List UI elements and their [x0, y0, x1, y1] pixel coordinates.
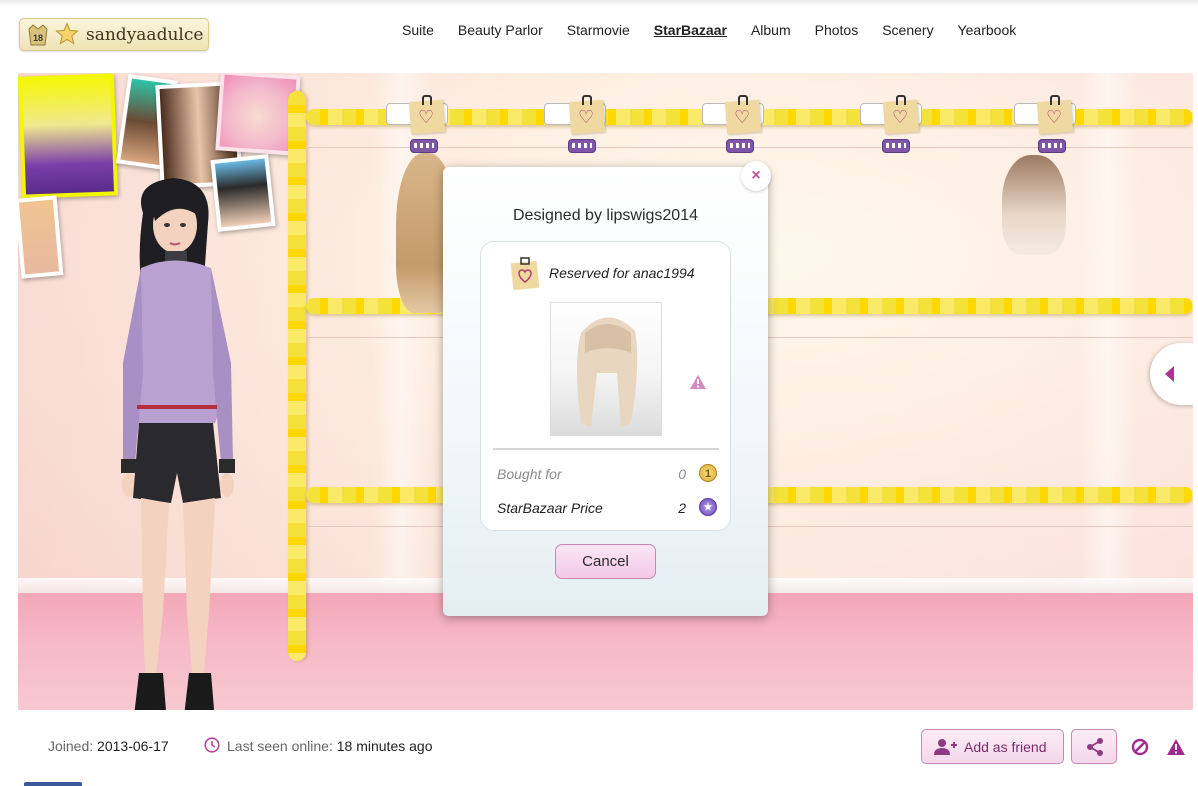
- modal-title: Designed by lipswigs2014: [513, 207, 698, 224]
- wall-photo: [18, 195, 64, 279]
- coin-icon: 1: [699, 464, 717, 482]
- avatar-figure[interactable]: [103, 173, 253, 710]
- nav-yearbook[interactable]: Yearbook: [946, 22, 1029, 42]
- price-label: StarBazaar Price: [497, 500, 603, 516]
- nav-scenery[interactable]: Scenery: [870, 22, 945, 42]
- hanger: [726, 139, 754, 153]
- level-number: 18: [32, 33, 43, 43]
- tag-icon[interactable]: ♡: [408, 95, 446, 135]
- hanger: [1038, 139, 1066, 153]
- clock-icon: [204, 737, 220, 753]
- last-seen-info: Last seen online: 18 minutes ago: [227, 738, 432, 754]
- divider: [493, 448, 719, 450]
- add-friend-label: Add as friend: [964, 739, 1047, 755]
- bought-for-label: Bought for: [497, 466, 562, 482]
- joined-value: 2013-06-17: [97, 738, 169, 754]
- cancel-button[interactable]: Cancel: [555, 544, 656, 579]
- add-friend-icon: [934, 739, 957, 755]
- tag-icon[interactable]: ♡: [1036, 95, 1074, 135]
- joined-label: Joined:: [48, 738, 94, 754]
- tag-icon[interactable]: ♡: [568, 95, 606, 135]
- bought-for-value: 0: [678, 466, 686, 482]
- last-seen-label: Last seen online:: [227, 738, 333, 754]
- starcoin-icon: ★: [699, 498, 717, 516]
- nav-starmovie[interactable]: Starmovie: [555, 22, 642, 42]
- block-icon[interactable]: [1131, 738, 1149, 756]
- add-friend-button[interactable]: Add as friend: [921, 729, 1064, 764]
- nav-starbazaar[interactable]: StarBazaar: [642, 22, 739, 42]
- item-preview: [550, 302, 662, 436]
- hanger: [568, 139, 596, 153]
- profile-footer: Joined: 2013-06-17 Last seen online: 18 …: [0, 710, 1198, 786]
- main-nav: Suite Beauty Parlor Starmovie StarBazaar…: [390, 22, 1028, 42]
- report-icon[interactable]: [1166, 738, 1186, 756]
- reserved-for-text: Reserved for anac1994: [549, 265, 695, 281]
- hanger: [882, 139, 910, 153]
- close-icon[interactable]: ×: [741, 161, 771, 191]
- item-detail-modal: × Designed by lipswigs2014 Reserved for …: [443, 161, 771, 616]
- share-icon: [1087, 738, 1103, 756]
- share-button[interactable]: [1071, 729, 1117, 764]
- tag-icon: [510, 256, 540, 291]
- chevron-left-icon: [1165, 366, 1174, 382]
- top-bar: 18 sandyaadulce Suite Beauty Parlor Star…: [0, 0, 1198, 62]
- nav-photos[interactable]: Photos: [803, 22, 871, 42]
- nav-album[interactable]: Album: [739, 22, 803, 42]
- star-icon: [55, 22, 79, 46]
- hanger: [410, 139, 438, 153]
- level-badge-icon: 18: [26, 23, 50, 47]
- joined-info: Joined: 2013-06-17: [48, 738, 169, 754]
- tag-icon[interactable]: ♡: [724, 95, 762, 135]
- price-value: 2: [678, 500, 686, 516]
- item-card: Reserved for anac1994 Bought for 0 1 Sta…: [480, 241, 731, 531]
- top-bar-shadow: [0, 0, 1198, 6]
- rail-vertical: [288, 91, 306, 661]
- wall-pillar: [1078, 73, 1138, 613]
- nav-suite[interactable]: Suite: [390, 22, 446, 42]
- user-badge[interactable]: 18 sandyaadulce: [19, 18, 209, 51]
- facebook-strip: [24, 782, 82, 786]
- wig-item[interactable]: [1002, 155, 1066, 255]
- username: sandyaadulce: [86, 25, 204, 45]
- warning-icon[interactable]: [689, 374, 707, 390]
- tag-icon[interactable]: ♡: [882, 95, 920, 135]
- nav-beauty-parlor[interactable]: Beauty Parlor: [446, 22, 555, 42]
- last-seen-value: 18 minutes ago: [336, 738, 433, 754]
